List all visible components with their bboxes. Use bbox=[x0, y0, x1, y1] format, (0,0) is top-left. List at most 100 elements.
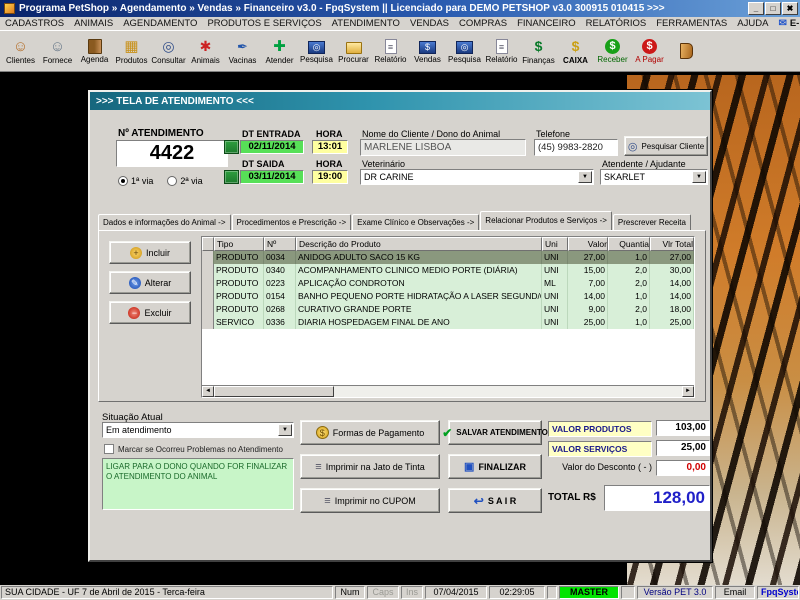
imprimir-jato-button[interactable]: ≡ Imprimir na Jato de Tinta bbox=[300, 454, 440, 479]
toolbar-sair-button[interactable] bbox=[668, 32, 705, 70]
toolbar-animais-button[interactable]: ✱Animais bbox=[187, 32, 224, 70]
toolbar-consultar-label: Consultar bbox=[151, 56, 185, 65]
dt-saida-field[interactable]: 03/11/2014 bbox=[240, 170, 304, 184]
menu-vendas[interactable]: VENDAS bbox=[405, 18, 454, 29]
chevron-down-icon[interactable]: ▼ bbox=[278, 424, 292, 436]
imprimir-cupom-button[interactable]: ≡ Imprimir no CUPOM bbox=[300, 488, 440, 513]
toolbar-produtos-button[interactable]: ▦Produtos bbox=[113, 32, 150, 70]
row-indicator bbox=[202, 264, 214, 277]
row-indicator bbox=[202, 251, 214, 264]
desconto-value[interactable]: 0,00 bbox=[656, 460, 710, 476]
client-name-input[interactable]: MARLENE LISBOA bbox=[360, 139, 526, 156]
veterinario-select[interactable]: DR CARINE ▼ bbox=[360, 169, 594, 185]
scrollbar-track[interactable] bbox=[214, 386, 682, 397]
minimize-button[interactable]: _ bbox=[748, 2, 764, 15]
date-picker-icon[interactable] bbox=[224, 140, 239, 154]
atendente-select[interactable]: SKARLET ▼ bbox=[600, 169, 708, 185]
menu-ferramentas[interactable]: FERRAMENTAS bbox=[651, 18, 732, 29]
window-titlebar[interactable]: Programa PetShop » Agendamento » Vendas … bbox=[0, 0, 800, 17]
table-row[interactable]: PRODUTO0154BANHO PEQUENO PORTE HIDRATAÇÃ… bbox=[202, 290, 694, 303]
menu-agendamento[interactable]: AGENDAMENTO bbox=[118, 18, 202, 29]
observacao-note[interactable]: LIGAR PARA O DONO QUANDO FOR FINALIZAR O… bbox=[102, 458, 294, 510]
atendimento-number-field[interactable]: 4422 bbox=[116, 140, 228, 167]
horizontal-scrollbar[interactable]: ◄ ► bbox=[202, 385, 694, 397]
status-insert: Ins bbox=[401, 586, 423, 599]
menu-compras[interactable]: COMPRAS bbox=[454, 18, 512, 29]
menu-e-mail[interactable]: ✉E-MAIL bbox=[773, 18, 800, 29]
status-email[interactable]: Email bbox=[715, 586, 755, 599]
toolbar-atender-button[interactable]: ✚Atender bbox=[261, 32, 298, 70]
toolbar-financas-button[interactable]: $Finanças bbox=[520, 32, 557, 70]
table-row[interactable]: PRODUTO0268CURATIVO GRANDE PORTEUNI9,002… bbox=[202, 303, 694, 316]
formas-pagamento-button[interactable]: $ Formas de Pagamento bbox=[300, 420, 440, 445]
sair-label: S A I R bbox=[488, 496, 516, 506]
toolbar-pesquisa-vendas-button[interactable]: ◎Pesquisa bbox=[446, 32, 483, 70]
table-row[interactable]: PRODUTO0340ACOMPANHAMENTO CLINICO MEDIO … bbox=[202, 264, 694, 277]
date-picker-icon[interactable] bbox=[224, 170, 239, 184]
menu-relat-rios[interactable]: RELATÓRIOS bbox=[581, 18, 652, 29]
dt-entrada-field[interactable]: 02/11/2014 bbox=[240, 140, 304, 154]
via1-radio[interactable]: 1ª via bbox=[118, 176, 153, 186]
menu-produtos-e-servi-os[interactable]: PRODUTOS E SERVIÇOS bbox=[202, 18, 326, 29]
hora-saida-field[interactable]: 19:00 bbox=[312, 170, 348, 184]
excluir-button[interactable]: − Excluir bbox=[109, 301, 191, 324]
tab-dados-e-informa-es-do-animal[interactable]: Dados e informações do Animal -> bbox=[98, 214, 231, 230]
veterinario-label: Veterinário bbox=[362, 159, 405, 169]
salvar-atendimento-button[interactable]: ✔ SALVAR ATENDIMENTO bbox=[448, 420, 542, 445]
toolbar-relatorio-atendimento-button[interactable]: ≡Relatório bbox=[372, 32, 409, 70]
tab-procedimentos-e-prescri-o[interactable]: Procedimentos e Prescrição -> bbox=[232, 214, 352, 230]
tab-exame-cl-nico-e-observa-es[interactable]: Exame Clínico e Observações -> bbox=[352, 214, 479, 230]
toolbar-caixa-label: CAIXA bbox=[563, 56, 588, 65]
chevron-down-icon[interactable]: ▼ bbox=[578, 171, 592, 183]
menu-atendimento[interactable]: ATENDIMENTO bbox=[327, 18, 405, 29]
cell: UNI bbox=[542, 303, 568, 316]
alterar-button[interactable]: ✎ Alterar bbox=[109, 271, 191, 294]
via2-label: 2ª via bbox=[180, 176, 202, 186]
table-row[interactable]: SERVICO0336DIARIA HOSPEDAGEM FINAL DE AN… bbox=[202, 316, 694, 329]
via2-radio[interactable]: 2ª via bbox=[167, 176, 202, 186]
telefone-input[interactable]: (45) 9983-2820 bbox=[534, 139, 618, 156]
sair-button[interactable]: ↩ S A I R bbox=[448, 488, 542, 513]
menu-financeiro[interactable]: FINANCEIRO bbox=[512, 18, 581, 29]
incluir-button[interactable]: + Incluir bbox=[109, 241, 191, 264]
chevron-down-icon[interactable]: ▼ bbox=[692, 171, 706, 183]
pesquisar-cliente-button[interactable]: ◎ Pesquisar Cliente bbox=[624, 136, 708, 156]
menu-animais[interactable]: ANIMAIS bbox=[69, 18, 118, 29]
check-icon: ✔ bbox=[442, 426, 452, 440]
toolbar-agenda-button[interactable]: Agenda bbox=[76, 32, 113, 70]
cell: PRODUTO bbox=[214, 290, 264, 303]
toolbar-relatorio-vendas-button[interactable]: ≡Relatório bbox=[483, 32, 520, 70]
scroll-right-icon[interactable]: ► bbox=[682, 386, 694, 397]
finalizar-button[interactable]: ▣ FINALIZAR bbox=[448, 454, 542, 479]
tab-relacionar-produtos-e-servi-os[interactable]: Relacionar Produtos e Serviços -> bbox=[480, 211, 612, 230]
toolbar-pesquisa-atendimento-button[interactable]: ◎Pesquisa bbox=[298, 32, 335, 70]
close-button[interactable]: ✖ bbox=[782, 2, 798, 15]
toolbar-consultar-button[interactable]: ◎Consultar bbox=[150, 32, 187, 70]
toolbar-clientes-button[interactable]: ☺Clientes bbox=[2, 32, 39, 70]
menu-cadastros[interactable]: CADASTROS bbox=[0, 18, 69, 29]
toolbar-vendas-button[interactable]: $Vendas bbox=[409, 32, 446, 70]
table-row[interactable]: PRODUTO0034ANIDOG ADULTO SACO 15 KGUNI27… bbox=[202, 251, 694, 264]
menu-ajuda[interactable]: AJUDA bbox=[732, 18, 773, 29]
scroll-left-icon[interactable]: ◄ bbox=[202, 386, 214, 397]
toolbar-receber-button[interactable]: $Receber bbox=[594, 32, 631, 70]
toolbar-fornecedores-button[interactable]: ☺Fornece bbox=[39, 32, 76, 70]
situacao-select[interactable]: Em atendimento ▼ bbox=[102, 422, 294, 438]
hora-entrada-field[interactable]: 13:01 bbox=[312, 140, 348, 154]
toolbar-vacinas-button[interactable]: ✒Vacinas bbox=[224, 32, 261, 70]
table-row[interactable]: PRODUTO0223APLICAÇÃO CONDROTONML7,002,01… bbox=[202, 277, 694, 290]
scrollbar-thumb[interactable] bbox=[214, 386, 334, 397]
toolbar-procurar-button[interactable]: Procurar bbox=[335, 32, 372, 70]
cell: PRODUTO bbox=[214, 303, 264, 316]
toolbar-a-pagar-button[interactable]: $A Pagar bbox=[631, 32, 668, 70]
dt-entrada-label: DT ENTRADA bbox=[242, 129, 301, 139]
checkbox-unchecked-icon[interactable] bbox=[104, 444, 114, 454]
toolbar-atender-label: Atender bbox=[265, 56, 293, 65]
dialog-titlebar[interactable]: >>> TELA DE ATENDIMENTO <<< bbox=[90, 92, 710, 110]
tab-prescrever-receita[interactable]: Prescrever Receita bbox=[613, 214, 691, 230]
toolbar-caixa-button[interactable]: $CAIXA bbox=[557, 32, 594, 70]
cell: 27,00 bbox=[650, 251, 694, 264]
maximize-button[interactable]: □ bbox=[765, 2, 781, 15]
via-radio-group: 1ª via 2ª via bbox=[118, 176, 203, 186]
problemas-checkbox-row[interactable]: Marcar se Ocorreu Problemas no Atendimen… bbox=[104, 444, 283, 454]
